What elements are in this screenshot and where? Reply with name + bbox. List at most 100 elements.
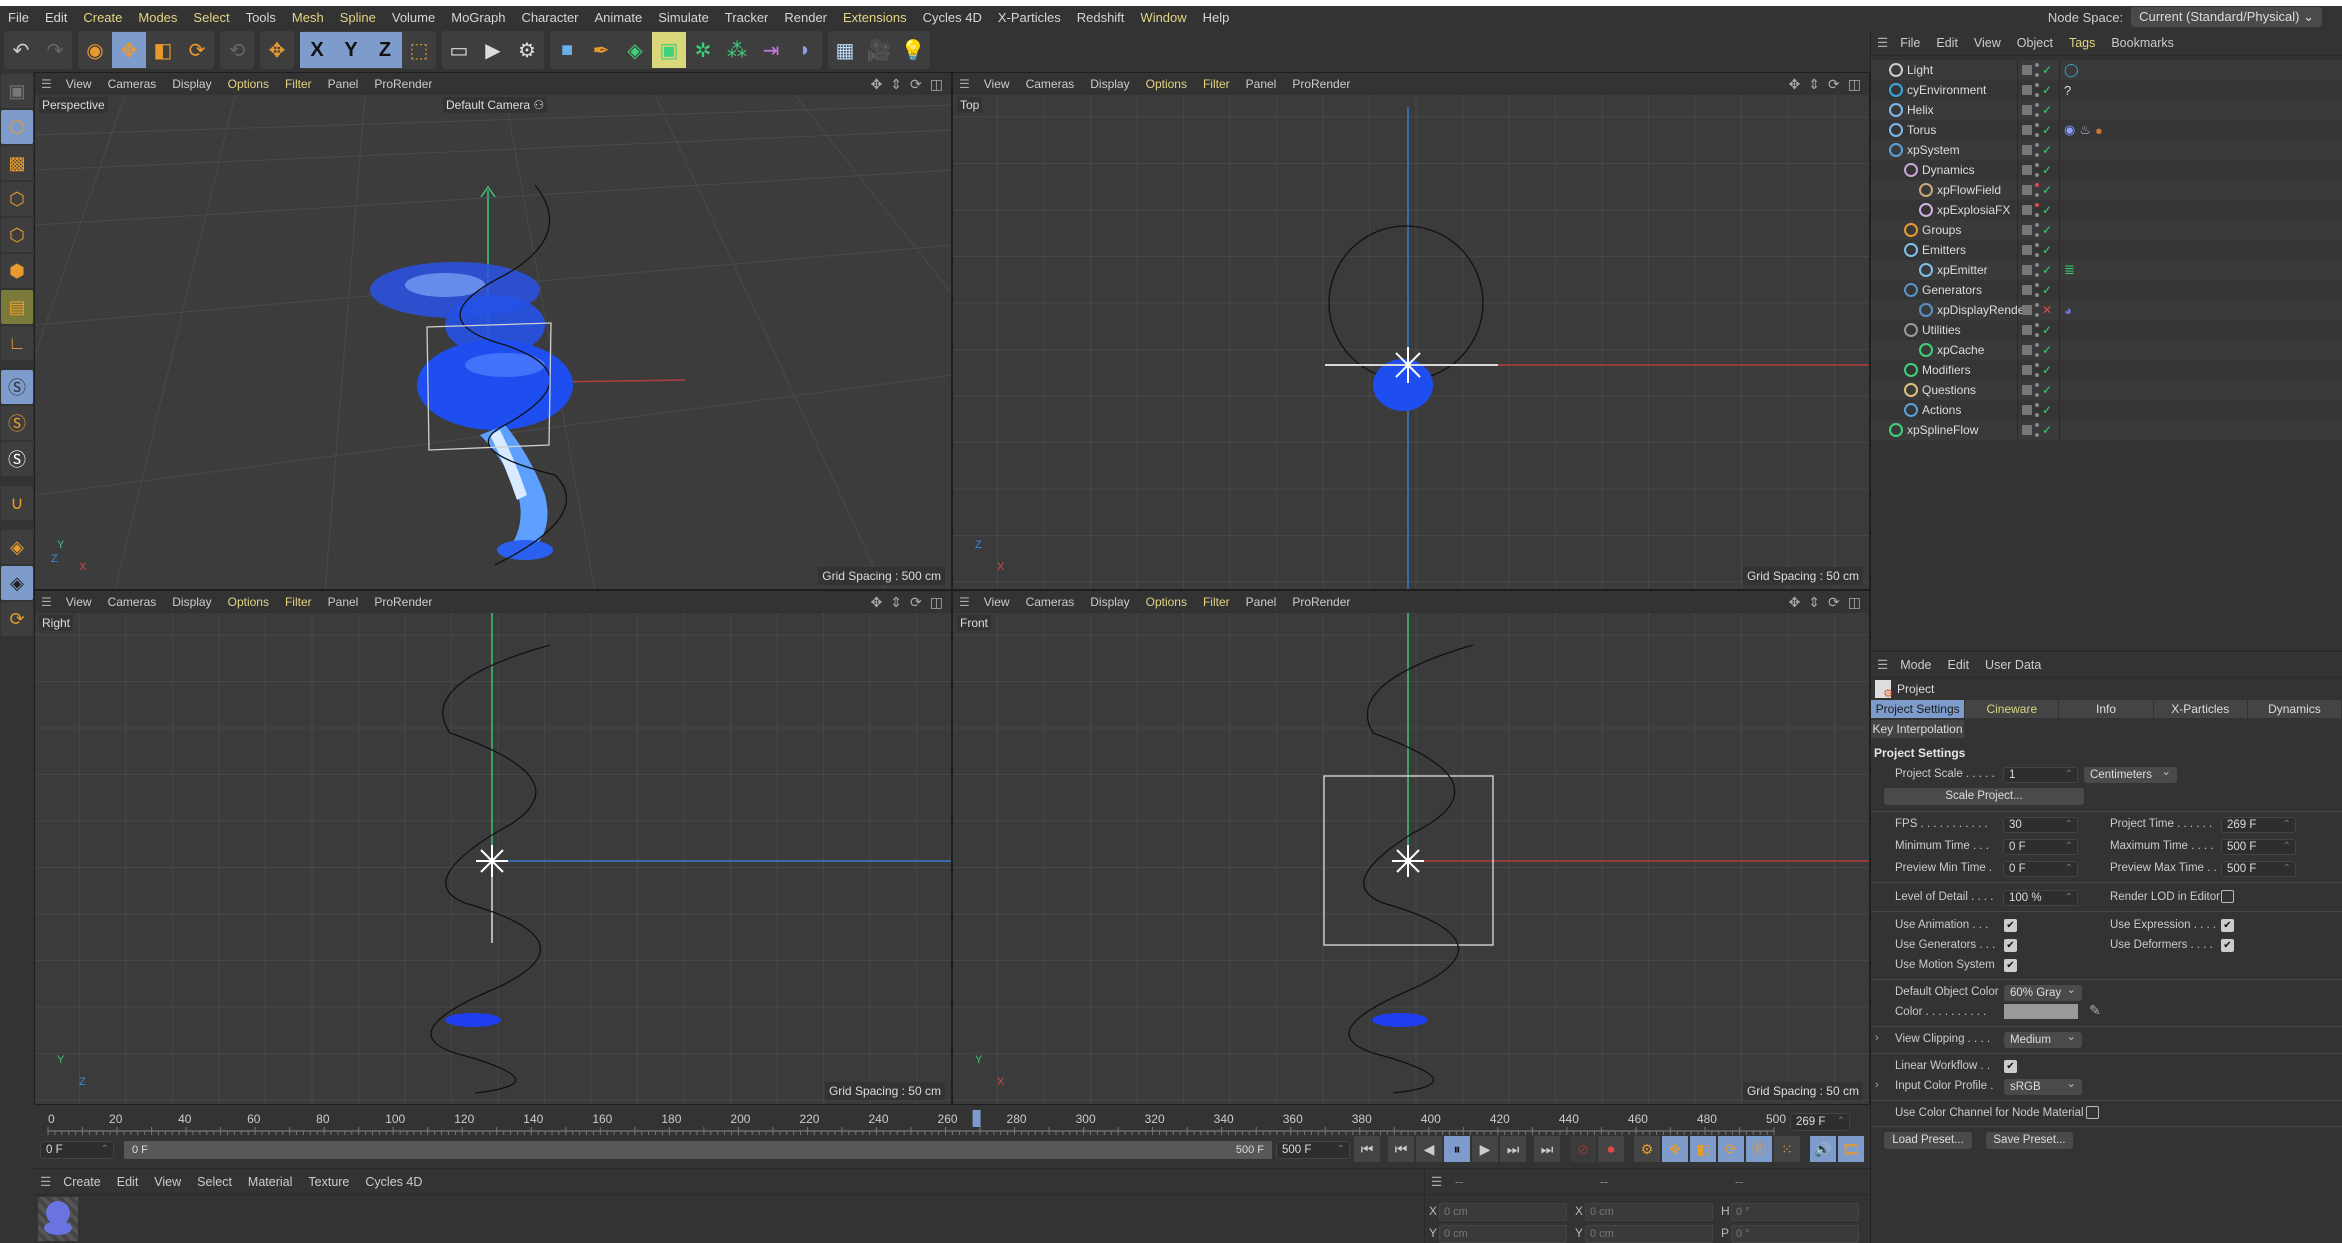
playhead[interactable] xyxy=(972,1110,981,1127)
select-tool-icon[interactable]: ◉ xyxy=(78,32,112,68)
object-row[interactable]: Actions ✓ xyxy=(1871,400,2342,420)
texture-mode-icon[interactable]: ▩ xyxy=(1,146,33,180)
viewport-canvas[interactable]: Right Y Z Grid Spacing : 50 cm xyxy=(35,613,951,1104)
object-mode-icon[interactable]: ⬡ xyxy=(1,110,33,144)
orbit-icon[interactable]: ⟳ xyxy=(1828,594,1840,611)
viewport-menu-options[interactable]: Options xyxy=(220,595,277,609)
use-motion-checkbox[interactable]: ✔ xyxy=(2004,959,2017,972)
viewport-menu-filter[interactable]: Filter xyxy=(277,595,320,609)
viewport-right[interactable]: ☰ View Cameras Display Options Filter Panel Pro… xyxy=(34,590,952,1105)
default-color-dropdown[interactable]: 60% Gray xyxy=(2004,982,2082,1001)
sound-icon[interactable]: 🔊 xyxy=(1810,1136,1836,1162)
points-mode-icon[interactable]: ⬡ xyxy=(1,182,33,216)
enabled-check-icon[interactable]: ✓ xyxy=(2042,323,2052,337)
viewport-menu-options[interactable]: Options xyxy=(1138,595,1195,609)
visibility-dots[interactable] xyxy=(2035,363,2039,377)
layer-icon[interactable] xyxy=(2022,245,2032,255)
mm-menu-cycles-4d[interactable]: Cycles 4D xyxy=(357,1175,430,1189)
viewport-menu-display[interactable]: Display xyxy=(164,595,219,609)
scale-project-button[interactable]: Scale Project... xyxy=(1884,788,2084,805)
visibility-dots[interactable] xyxy=(2035,103,2039,117)
prev-frame-icon[interactable]: ◀ xyxy=(1416,1136,1442,1162)
menu-select[interactable]: Select xyxy=(185,10,237,25)
enabled-check-icon[interactable]: ✓ xyxy=(2042,363,2052,377)
coord-menu-icon[interactable]: ☰ xyxy=(1431,1174,1450,1189)
viewport-menu-cameras[interactable]: Cameras xyxy=(1018,595,1083,609)
render-view-icon[interactable]: ▶ xyxy=(476,32,510,68)
object-row[interactable]: Groups ✓ xyxy=(1871,220,2342,240)
layer-icon[interactable] xyxy=(2022,325,2032,335)
project-scale-field[interactable]: 1 xyxy=(2003,767,2078,783)
object-row[interactable]: Torus ✓ ◉ ♨ ● xyxy=(1871,120,2342,140)
axis-mode-icon[interactable]: ∟ xyxy=(1,326,33,360)
node-space-dropdown[interactable]: Current (Standard/Physical) ⌄ xyxy=(2131,7,2322,27)
om-menu-edit[interactable]: Edit xyxy=(1928,36,1966,50)
orbit-icon[interactable]: ⟳ xyxy=(1828,76,1840,93)
viewport-menu-icon[interactable]: ☰ xyxy=(41,77,58,91)
visibility-dots[interactable] xyxy=(2035,163,2039,177)
viewport-menu-display[interactable]: Display xyxy=(1082,595,1137,609)
layer-icon[interactable] xyxy=(2022,185,2032,195)
visibility-dots[interactable] xyxy=(2035,243,2039,257)
pan-icon[interactable]: ✥ xyxy=(871,594,883,611)
scale-tool-icon[interactable]: ◧ xyxy=(146,32,180,68)
record-key-icon[interactable]: ⊘ xyxy=(1570,1136,1596,1162)
layer-icon[interactable] xyxy=(2022,365,2032,375)
visibility-dots[interactable] xyxy=(2035,223,2039,237)
visibility-dots[interactable] xyxy=(2035,323,2039,337)
object-row[interactable]: cyEnvironment ✓? xyxy=(1871,80,2342,100)
om-menu-tags[interactable]: Tags xyxy=(2061,36,2103,50)
viewport-canvas[interactable]: Top Z X Grid Spacing : 50 cm xyxy=(953,95,1869,589)
visibility-dots[interactable] xyxy=(2035,303,2039,317)
layer-icon[interactable] xyxy=(2022,65,2032,75)
panel-menu-icon[interactable]: ☰ xyxy=(1877,35,1892,50)
viewport-menu-icon[interactable]: ☰ xyxy=(41,595,58,609)
coord-field[interactable]: 0 cm xyxy=(1585,1203,1713,1221)
mm-menu-select[interactable]: Select xyxy=(189,1175,240,1189)
axis-x-button[interactable]: X xyxy=(300,32,334,68)
coord-field[interactable]: 0 cm xyxy=(1439,1225,1567,1243)
menu-help[interactable]: Help xyxy=(1195,10,1238,25)
start-frame-field[interactable]: 0 F xyxy=(40,1141,114,1159)
mm-menu-texture[interactable]: Texture xyxy=(300,1175,357,1189)
layer-icon[interactable] xyxy=(2022,105,2032,115)
use-expression-checkbox[interactable]: ✔ xyxy=(2221,919,2234,932)
use-animation-checkbox[interactable]: ✔ xyxy=(2004,919,2017,932)
menu-redshift[interactable]: Redshift xyxy=(1069,10,1133,25)
layer-icon[interactable] xyxy=(2022,305,2032,315)
layer-icon[interactable] xyxy=(2022,85,2032,95)
undo-icon[interactable]: ↶ xyxy=(4,32,38,68)
view-clipping-dropdown[interactable]: Medium xyxy=(2004,1029,2082,1048)
object-row[interactable]: Light ✓ ◯ xyxy=(1871,60,2342,80)
polygons-mode-icon[interactable]: ⬢ xyxy=(1,254,33,288)
object-row[interactable]: Utilities ✓ xyxy=(1871,320,2342,340)
viewport-menu-filter[interactable]: Filter xyxy=(277,77,320,91)
key-rotation-icon[interactable]: ⟳ xyxy=(1718,1136,1744,1162)
tab-dynamics[interactable]: Dynamics xyxy=(2247,700,2342,718)
layer-icon[interactable] xyxy=(2022,145,2032,155)
snap-workplane-icon[interactable]: Ⓢ xyxy=(1,442,33,476)
zoom-icon[interactable]: ⇕ xyxy=(890,594,902,611)
pan-icon[interactable]: ✥ xyxy=(1789,594,1801,611)
cycles-tag-icon[interactable]: ◕ xyxy=(2064,303,2072,318)
viewport-menu-cameras[interactable]: Cameras xyxy=(100,595,165,609)
mograph-icon[interactable]: ⁂ xyxy=(720,32,754,68)
extrude-icon[interactable]: ▣ xyxy=(652,32,686,68)
enabled-check-icon[interactable]: ✓ xyxy=(2042,283,2052,297)
pan-icon[interactable]: ✥ xyxy=(871,76,883,93)
key-settings-icon[interactable]: ⚙ xyxy=(1634,1136,1660,1162)
edges-mode-icon[interactable]: ⬡ xyxy=(1,218,33,252)
visibility-dots[interactable] xyxy=(2035,143,2039,157)
move-tool-icon[interactable]: ✥ xyxy=(112,32,146,68)
autokey-icon[interactable]: ⏺ xyxy=(1598,1136,1624,1162)
maximize-icon[interactable]: ◫ xyxy=(1848,76,1861,93)
linear-workflow-checkbox[interactable]: ✔ xyxy=(2004,1060,2017,1073)
object-row[interactable]: Emitters ✓ xyxy=(1871,240,2342,260)
preview-range-slider[interactable]: 0 F 500 F xyxy=(124,1141,1272,1159)
object-row[interactable]: xpExplosiaFX ✓ xyxy=(1871,200,2342,220)
layer-icon[interactable] xyxy=(2022,265,2032,275)
menu-file[interactable]: File xyxy=(0,10,37,25)
subdivision-icon[interactable]: ◈ xyxy=(618,32,652,68)
go-to-start-icon[interactable]: ⏮ xyxy=(1354,1136,1380,1162)
pause-icon[interactable]: ⏸ xyxy=(1444,1136,1470,1162)
